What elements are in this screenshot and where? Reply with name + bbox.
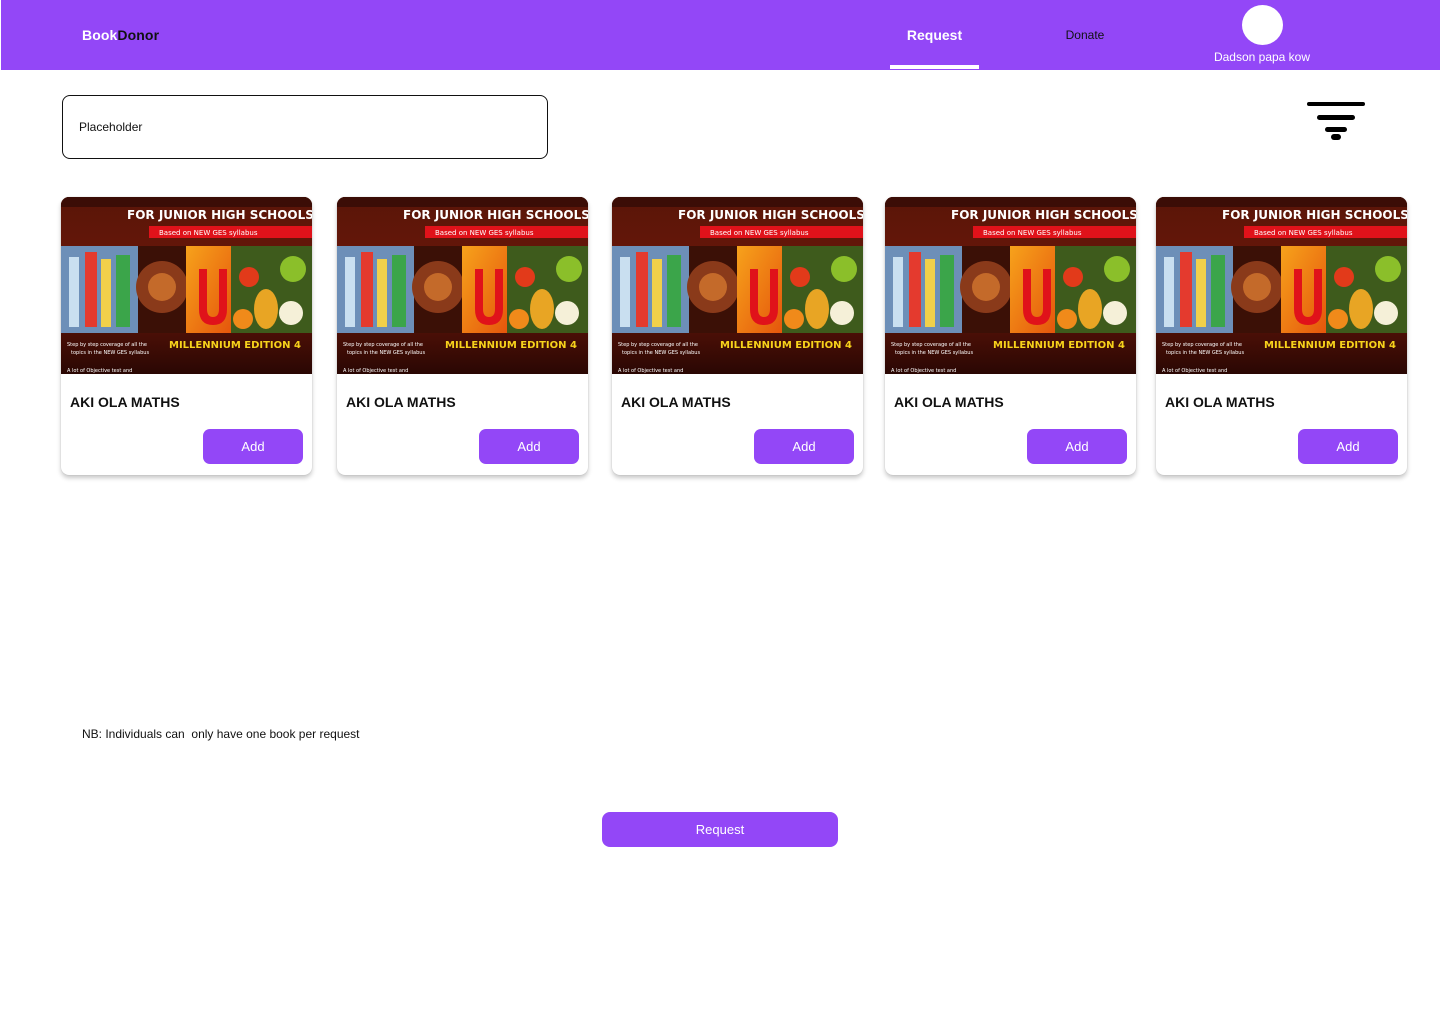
brand-text-donor: Donor [117, 27, 160, 43]
book-title: AKI OLA MATHS [1165, 394, 1275, 410]
cover-text-bullet2: A lot of Objective test and [343, 368, 408, 374]
book-cover: FOR JUNIOR HIGH SCHOOLS Based on NEW GES… [885, 197, 1136, 374]
request-button[interactable]: Request [602, 812, 838, 847]
book-card: FOR JUNIOR HIGH SCHOOLS Based on NEW GES… [61, 197, 312, 475]
brand-logo[interactable]: BookDonor [82, 27, 159, 43]
cover-text-bullet1a: Step by step coverage of all the [891, 342, 971, 348]
cover-text-line1: FOR JUNIOR HIGH SCHOOLS [678, 208, 863, 222]
cover-text-edition: MILLENNIUM EDITION 4 [993, 340, 1125, 351]
cover-text-line1: FOR JUNIOR HIGH SCHOOLS [127, 208, 312, 222]
add-book-button[interactable]: Add [479, 429, 579, 464]
book-cover-image: FOR JUNIOR HIGH SCHOOLS Based on NEW GES… [885, 197, 1136, 374]
avatar[interactable] [1242, 5, 1283, 45]
add-book-button[interactable]: Add [754, 429, 854, 464]
book-cover: FOR JUNIOR HIGH SCHOOLS Based on NEW GES… [337, 197, 588, 374]
cover-text-line1: FOR JUNIOR HIGH SCHOOLS [1222, 208, 1407, 222]
book-cover: FOR JUNIOR HIGH SCHOOLS Based on NEW GES… [61, 197, 312, 374]
cover-text-bullet2: A lot of Objective test and [618, 368, 683, 374]
book-cover-image: FOR JUNIOR HIGH SCHOOLS Based on NEW GES… [1156, 197, 1407, 374]
cover-text-bullet2: A lot of Objective test and [67, 368, 132, 374]
cover-text-bullet1b: topics in the NEW GES syllabus [71, 350, 149, 356]
book-card: FOR JUNIOR HIGH SCHOOLS Based on NEW GES… [1156, 197, 1407, 475]
nav-tab-donate[interactable]: Donate [1040, 28, 1130, 42]
cover-text-bullet1a: Step by step coverage of all the [343, 342, 423, 348]
book-card: FOR JUNIOR HIGH SCHOOLS Based on NEW GES… [612, 197, 863, 475]
cover-text-line1: FOR JUNIOR HIGH SCHOOLS [403, 208, 588, 222]
cover-text-line2: Based on NEW GES syllabus [435, 229, 534, 237]
book-card: FOR JUNIOR HIGH SCHOOLS Based on NEW GES… [885, 197, 1136, 475]
user-name: Dadson papa kow [1213, 50, 1311, 64]
cover-text-line1: FOR JUNIOR HIGH SCHOOLS [951, 208, 1136, 222]
cover-text-bullet1b: topics in the NEW GES syllabus [622, 350, 700, 356]
add-book-button[interactable]: Add [1027, 429, 1127, 464]
filter-icon[interactable] [1305, 100, 1367, 144]
cover-text-edition: MILLENNIUM EDITION 4 [169, 340, 301, 351]
cover-text-edition: MILLENNIUM EDITION 4 [445, 340, 577, 351]
cover-text-bullet1b: topics in the NEW GES syllabus [347, 350, 425, 356]
cover-text-bullet1a: Step by step coverage of all the [1162, 342, 1242, 348]
active-tab-indicator [890, 65, 979, 69]
book-title: AKI OLA MATHS [621, 394, 731, 410]
cover-text-bullet1a: Step by step coverage of all the [618, 342, 698, 348]
cover-text-line2: Based on NEW GES syllabus [983, 229, 1082, 237]
cover-text-bullet2: A lot of Objective test and [1162, 368, 1227, 374]
add-book-button[interactable]: Add [203, 429, 303, 464]
cover-text-bullet1b: topics in the NEW GES syllabus [895, 350, 973, 356]
book-title: AKI OLA MATHS [346, 394, 456, 410]
book-cover: FOR JUNIOR HIGH SCHOOLS Based on NEW GES… [1156, 197, 1407, 374]
book-title: AKI OLA MATHS [894, 394, 1004, 410]
book-cover-image: FOR JUNIOR HIGH SCHOOLS Based on NEW GES… [337, 197, 588, 374]
cover-text-bullet1b: topics in the NEW GES syllabus [1166, 350, 1244, 356]
book-cover-image: FOR JUNIOR HIGH SCHOOLS Based on NEW GES… [61, 197, 312, 374]
cover-text-line2: Based on NEW GES syllabus [710, 229, 809, 237]
search-input[interactable] [62, 95, 548, 159]
book-cover-image: FOR JUNIOR HIGH SCHOOLS Based on NEW GES… [612, 197, 863, 374]
request-limit-note: NB: Individuals can only have one book p… [82, 727, 360, 741]
cover-text-bullet2: A lot of Objective test and [891, 368, 956, 374]
cover-text-edition: MILLENNIUM EDITION 4 [720, 340, 852, 351]
book-title: AKI OLA MATHS [70, 394, 180, 410]
add-book-button[interactable]: Add [1298, 429, 1398, 464]
cover-text-bullet1a: Step by step coverage of all the [67, 342, 147, 348]
cover-text-line2: Based on NEW GES syllabus [1254, 229, 1353, 237]
book-cover: FOR JUNIOR HIGH SCHOOLS Based on NEW GES… [612, 197, 863, 374]
book-card: FOR JUNIOR HIGH SCHOOLS Based on NEW GES… [337, 197, 588, 475]
cover-text-line2: Based on NEW GES syllabus [159, 229, 258, 237]
cover-text-edition: MILLENNIUM EDITION 4 [1264, 340, 1396, 351]
nav-tab-request[interactable]: Request [890, 27, 979, 43]
brand-text-book: Book [82, 27, 118, 43]
